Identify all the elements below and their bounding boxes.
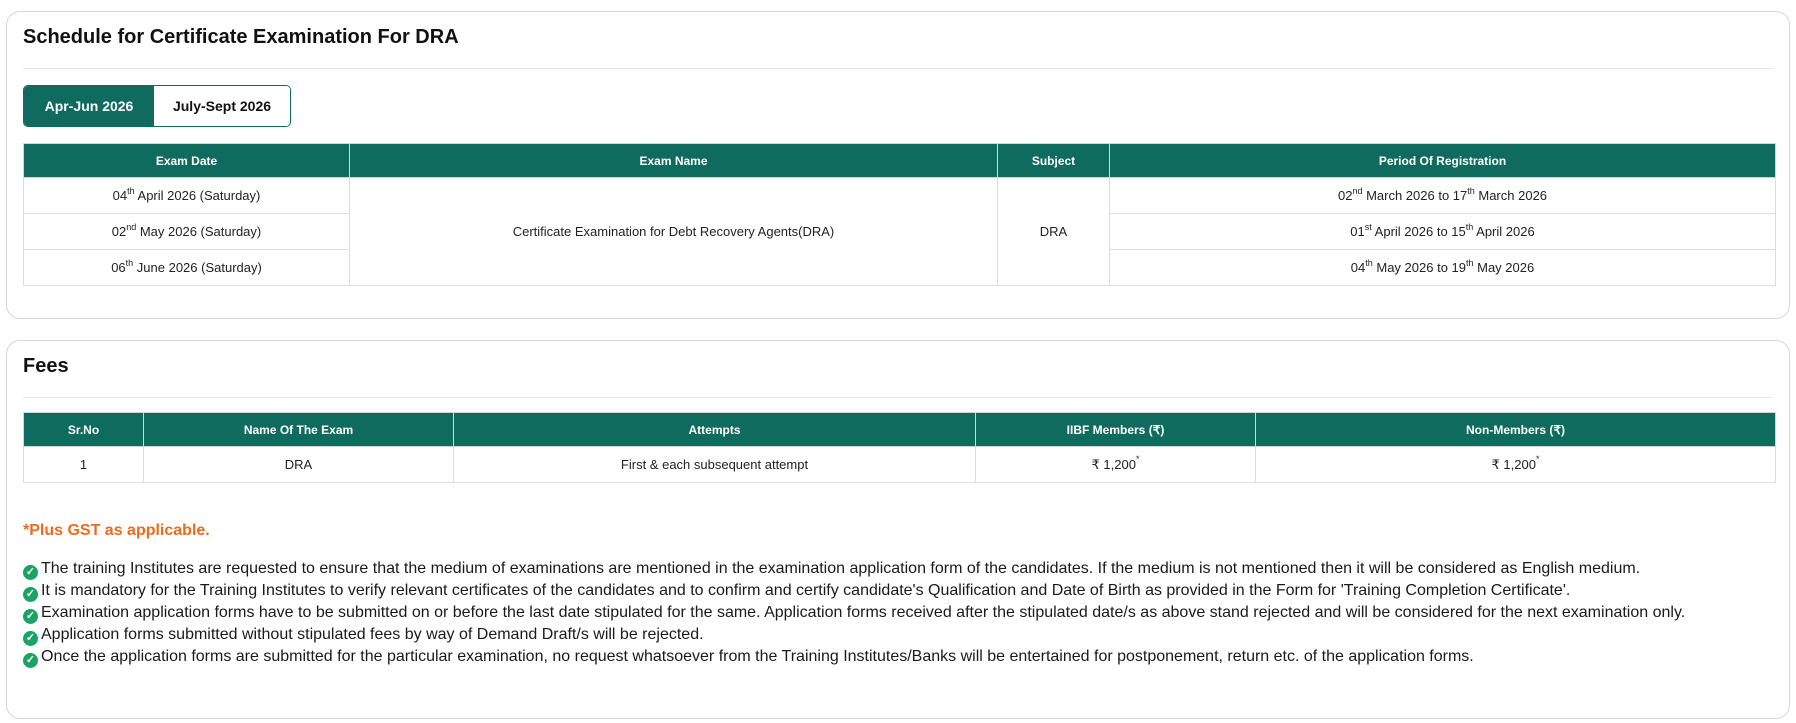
sr-no-cell: 1 [23,446,144,483]
title-divider [23,397,1773,398]
attempts-cell: First & each subsequent attempt [453,446,976,483]
check-circle-icon: ✓ [23,565,38,580]
list-item: ✓ Examination application forms have to b… [23,602,1783,624]
header-exam-name: Exam Name [349,143,998,178]
registration-period-cell: 04th May 2026 to 19th May 2026 [1109,249,1776,286]
check-circle-icon: ✓ [23,587,38,602]
header-subject: Subject [997,143,1110,178]
exam-name-cell: Certificate Examination for Debt Recover… [349,177,998,286]
exam-date-cell: 02nd May 2026 (Saturday) [23,213,350,250]
check-circle-icon: ✓ [23,653,38,668]
subject-cell: DRA [997,177,1110,286]
fees-card: Fees Sr.No Name Of The Exam Attempts IIB… [6,340,1790,719]
exam-name-cell: DRA [143,446,454,483]
schedule-card: Schedule for Certificate Examination For… [6,11,1790,319]
quarter-tabs: Apr-Jun 2026 July-Sept 2026 [23,85,291,127]
exam-date-cell: 04th April 2026 (Saturday) [23,177,350,214]
header-registration-period: Period Of Registration [1109,143,1776,178]
schedule-table: Exam Date Exam Name Subject Period Of Re… [23,143,1776,286]
list-item: ✓ It is mandatory for the Training Instit… [23,580,1783,602]
table-row: 04th April 2026 (Saturday) Certificate E… [23,177,1776,286]
check-circle-icon: ✓ [23,609,38,624]
schedule-title: Schedule for Certificate Examination For… [23,26,459,48]
header-exam-name: Name Of The Exam [143,412,454,447]
members-fee-cell: ₹ 1,200* [975,446,1256,483]
registration-period-cell: 02nd March 2026 to 17th March 2026 [1109,177,1776,214]
header-exam-date: Exam Date [23,143,350,178]
list-item: ✓ Application forms submitted without sti… [23,624,1783,646]
header-attempts: Attempts [453,412,976,447]
fees-title: Fees [23,355,69,377]
fees-table: Sr.No Name Of The Exam Attempts IIBF Mem… [23,412,1776,483]
list-item: ✓ Once the application forms are submitte… [23,646,1783,668]
check-circle-icon: ✓ [23,631,38,646]
title-divider [23,68,1773,69]
tab-july-sept-2026[interactable]: July-Sept 2026 [154,86,290,126]
registration-period-cell: 01st April 2026 to 15th April 2026 [1109,213,1776,250]
list-item: ✓ The training Institutes are requested t… [23,558,1783,580]
header-non-members: Non-Members (₹) [1255,412,1776,447]
header-sr-no: Sr.No [23,412,144,447]
gst-note: *Plus GST as applicable. [23,522,210,539]
exam-date-cell: 06th June 2026 (Saturday) [23,249,350,286]
header-iibf-members: IIBF Members (₹) [975,412,1256,447]
non-members-fee-cell: ₹ 1,200* [1255,446,1776,483]
table-row: 1 DRA First & each subsequent attempt ₹ … [23,446,1776,483]
tab-apr-jun-2026[interactable]: Apr-Jun 2026 [24,86,154,126]
instructions-list: ✓ The training Institutes are requested t… [23,558,1783,668]
